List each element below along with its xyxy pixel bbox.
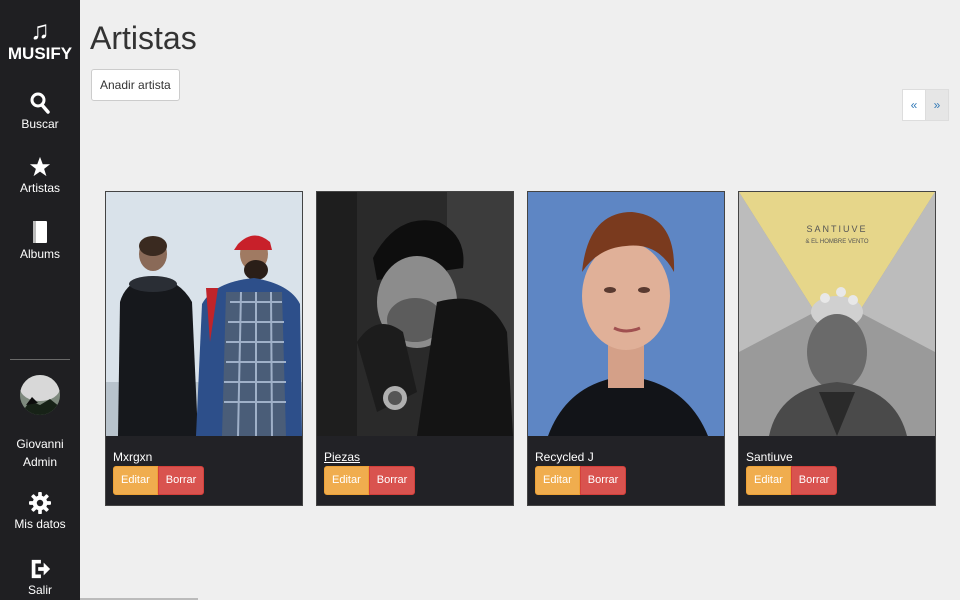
- artist-actions: Editar Borrar: [746, 466, 838, 495]
- artist-actions: Editar Borrar: [535, 466, 627, 495]
- gear-icon: [29, 492, 51, 514]
- search-icon: [30, 92, 50, 114]
- artist-image[interactable]: [106, 192, 302, 436]
- logout-icon: [31, 559, 51, 579]
- nav-label-albums: Albums: [19, 247, 60, 261]
- artist-actions: Editar Borrar: [113, 466, 205, 495]
- nav-label-artists: Artistas: [19, 181, 60, 195]
- book-icon: [33, 221, 47, 243]
- add-artist-button[interactable]: Anadir artista: [91, 69, 180, 101]
- music-note-icon: ♫: [30, 15, 50, 45]
- artist-name[interactable]: Piezas: [324, 450, 360, 464]
- user-role: Admin: [22, 455, 57, 469]
- nav-item-artists[interactable]: Artistas: [0, 156, 80, 195]
- delete-button[interactable]: Borrar: [790, 466, 838, 495]
- nav-item-logout[interactable]: Salir: [0, 558, 80, 597]
- artist-image[interactable]: SANTIUVE & EL HOMBRE VENTO: [739, 192, 935, 436]
- brand-logo[interactable]: ♫ MUSIFY: [0, 16, 80, 64]
- artist-image[interactable]: [528, 192, 724, 436]
- artist-card[interactable]: SANTIUVE & EL HOMBRE VENTO Santiuve Edit…: [738, 191, 936, 506]
- artist-card[interactable]: Mxrgxn Editar Borrar: [105, 191, 303, 506]
- artist-actions: Editar Borrar: [324, 466, 416, 495]
- artist-name[interactable]: Recycled J: [535, 450, 594, 464]
- cover-title: SANTIUVE: [806, 224, 867, 234]
- brand-name: MUSIFY: [7, 44, 73, 63]
- artist-image[interactable]: [317, 192, 513, 436]
- delete-button[interactable]: Borrar: [368, 466, 416, 495]
- delete-button[interactable]: Borrar: [157, 466, 205, 495]
- user-name: Giovanni Admin: [0, 435, 80, 471]
- nav-item-albums[interactable]: Albums: [0, 220, 80, 261]
- star-icon: [29, 156, 51, 177]
- main-content: Artistas Anadir artista « » Mxrgxn Edita…: [80, 0, 960, 600]
- avatar[interactable]: [20, 375, 60, 415]
- artist-name[interactable]: Santiuve: [746, 450, 793, 464]
- sidebar: ♫ MUSIFY Buscar Artistas Albums Giovanni…: [0, 0, 80, 600]
- page-title: Artistas: [90, 20, 197, 56]
- sidebar-divider: [10, 359, 70, 360]
- edit-button[interactable]: Editar: [324, 466, 369, 495]
- edit-button[interactable]: Editar: [535, 466, 580, 495]
- nav-label-search: Buscar: [21, 117, 59, 131]
- artist-card[interactable]: Piezas Editar Borrar: [316, 191, 514, 506]
- nav-label-logout: Salir: [27, 583, 52, 597]
- edit-button[interactable]: Editar: [113, 466, 158, 495]
- artist-card[interactable]: Recycled J Editar Borrar: [527, 191, 725, 506]
- delete-button[interactable]: Borrar: [579, 466, 627, 495]
- nav-label-my-data: Mis datos: [14, 517, 66, 531]
- nav-item-my-data[interactable]: Mis datos: [0, 492, 80, 531]
- edit-button[interactable]: Editar: [746, 466, 791, 495]
- cover-subtitle: & EL HOMBRE VENTO: [805, 239, 868, 245]
- pagination-next[interactable]: »: [925, 89, 949, 121]
- user-first-name: Giovanni: [16, 437, 64, 451]
- nav-item-search[interactable]: Buscar: [0, 92, 80, 131]
- pagination: « »: [902, 89, 949, 121]
- pagination-prev[interactable]: «: [902, 89, 926, 121]
- artist-name[interactable]: Mxrgxn: [113, 450, 152, 464]
